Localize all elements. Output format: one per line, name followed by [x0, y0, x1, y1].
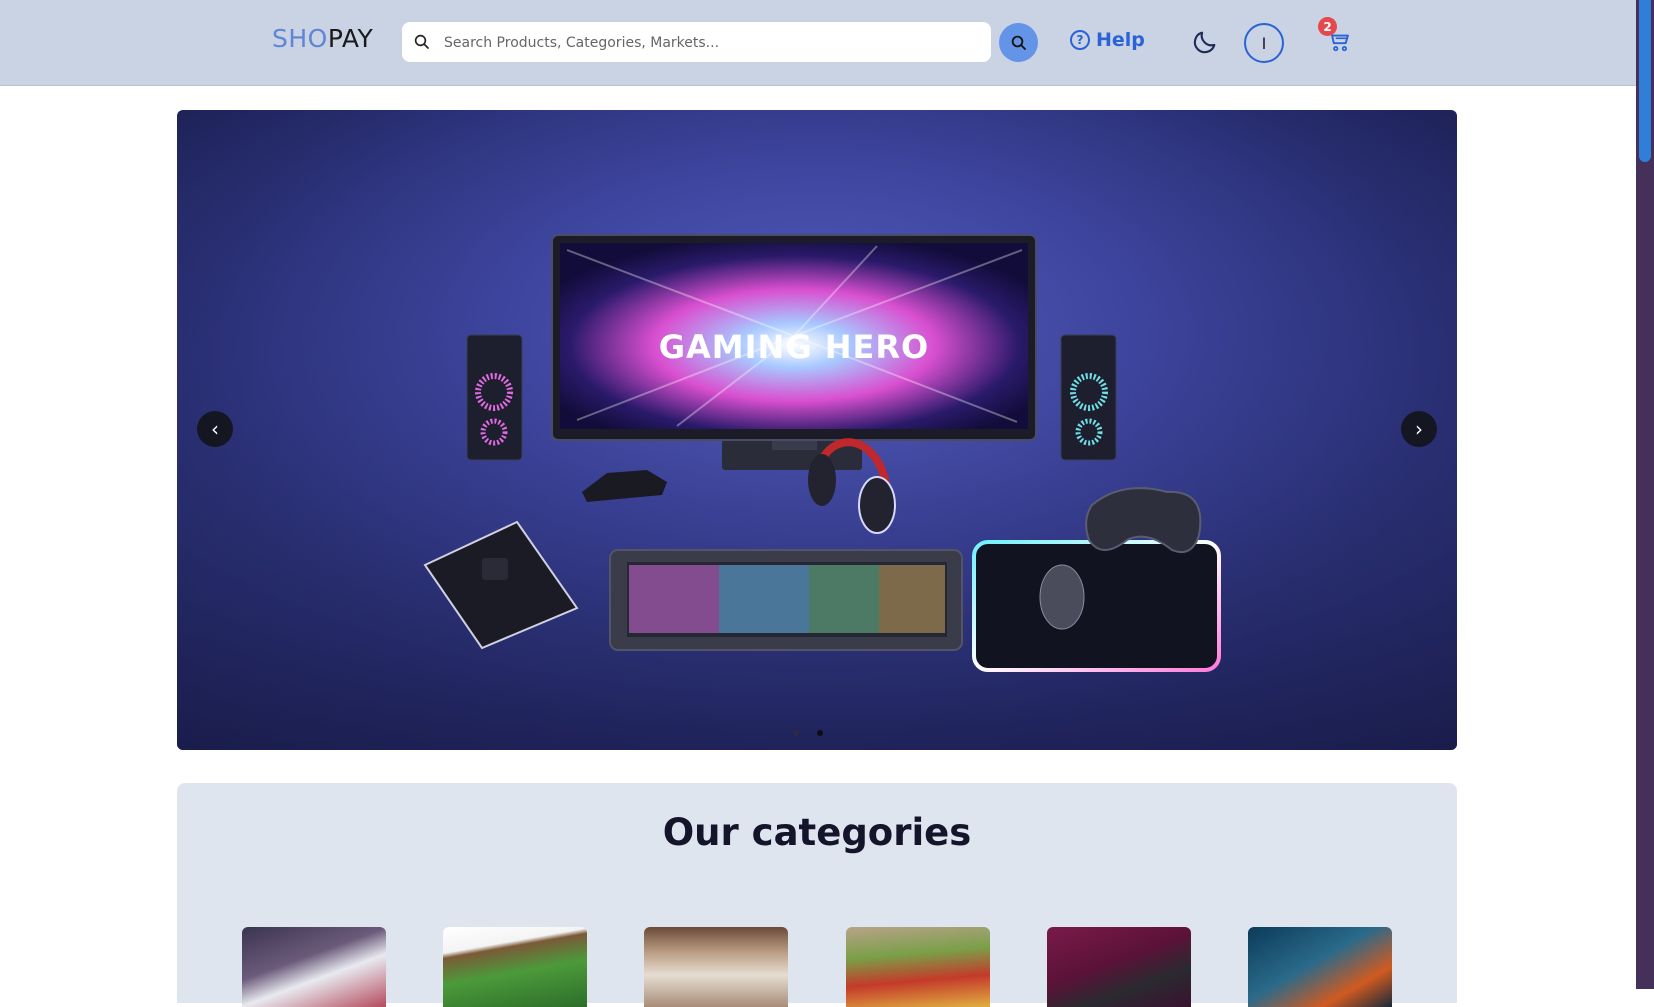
scrollbar-thumb[interactable] [1639, 0, 1651, 162]
search-box [402, 22, 991, 64]
search-input[interactable] [442, 22, 976, 64]
help-icon: ? [1070, 30, 1090, 50]
carousel-dot-1[interactable] [793, 730, 799, 736]
logo-part-sho: SHO [272, 24, 328, 53]
category-card-gadgets[interactable] [1248, 927, 1392, 1007]
slide-title: GAMING HERO [659, 328, 929, 366]
hero-carousel: GAMING HERO ‹ › [177, 110, 1457, 750]
category-card-clothing[interactable] [644, 927, 788, 1007]
carousel-next-button[interactable]: › [1401, 411, 1437, 447]
cart-count-badge: 2 [1318, 17, 1337, 36]
categories-section: Our categories [177, 783, 1457, 1007]
help-label: Help [1096, 29, 1145, 51]
top-header: SHOPAY ? Help I 2 [0, 0, 1636, 86]
category-card-electronics[interactable] [1047, 927, 1191, 1007]
logo-part-pay: PAY [327, 24, 374, 53]
help-link[interactable]: ? Help [1070, 29, 1145, 51]
avatar-initial: I [1261, 33, 1267, 53]
search-icon [414, 34, 429, 49]
search-icon [1011, 35, 1026, 50]
category-card-fruits[interactable] [846, 927, 990, 1007]
category-card-groceries[interactable] [443, 927, 587, 1007]
category-card-health[interactable] [242, 927, 386, 1007]
search-button[interactable] [999, 23, 1038, 62]
moon-icon[interactable] [1191, 28, 1219, 56]
chevron-left-icon: ‹ [211, 417, 219, 441]
chevron-right-icon: › [1415, 417, 1423, 441]
carousel-prev-button[interactable]: ‹ [197, 411, 233, 447]
categories-title: Our categories [662, 811, 972, 854]
carousel-dot-2[interactable] [817, 730, 823, 736]
gaming-setup-image: GAMING HERO [177, 110, 1457, 750]
avatar[interactable]: I [1244, 23, 1284, 63]
logo[interactable]: SHOPAY [272, 24, 373, 53]
